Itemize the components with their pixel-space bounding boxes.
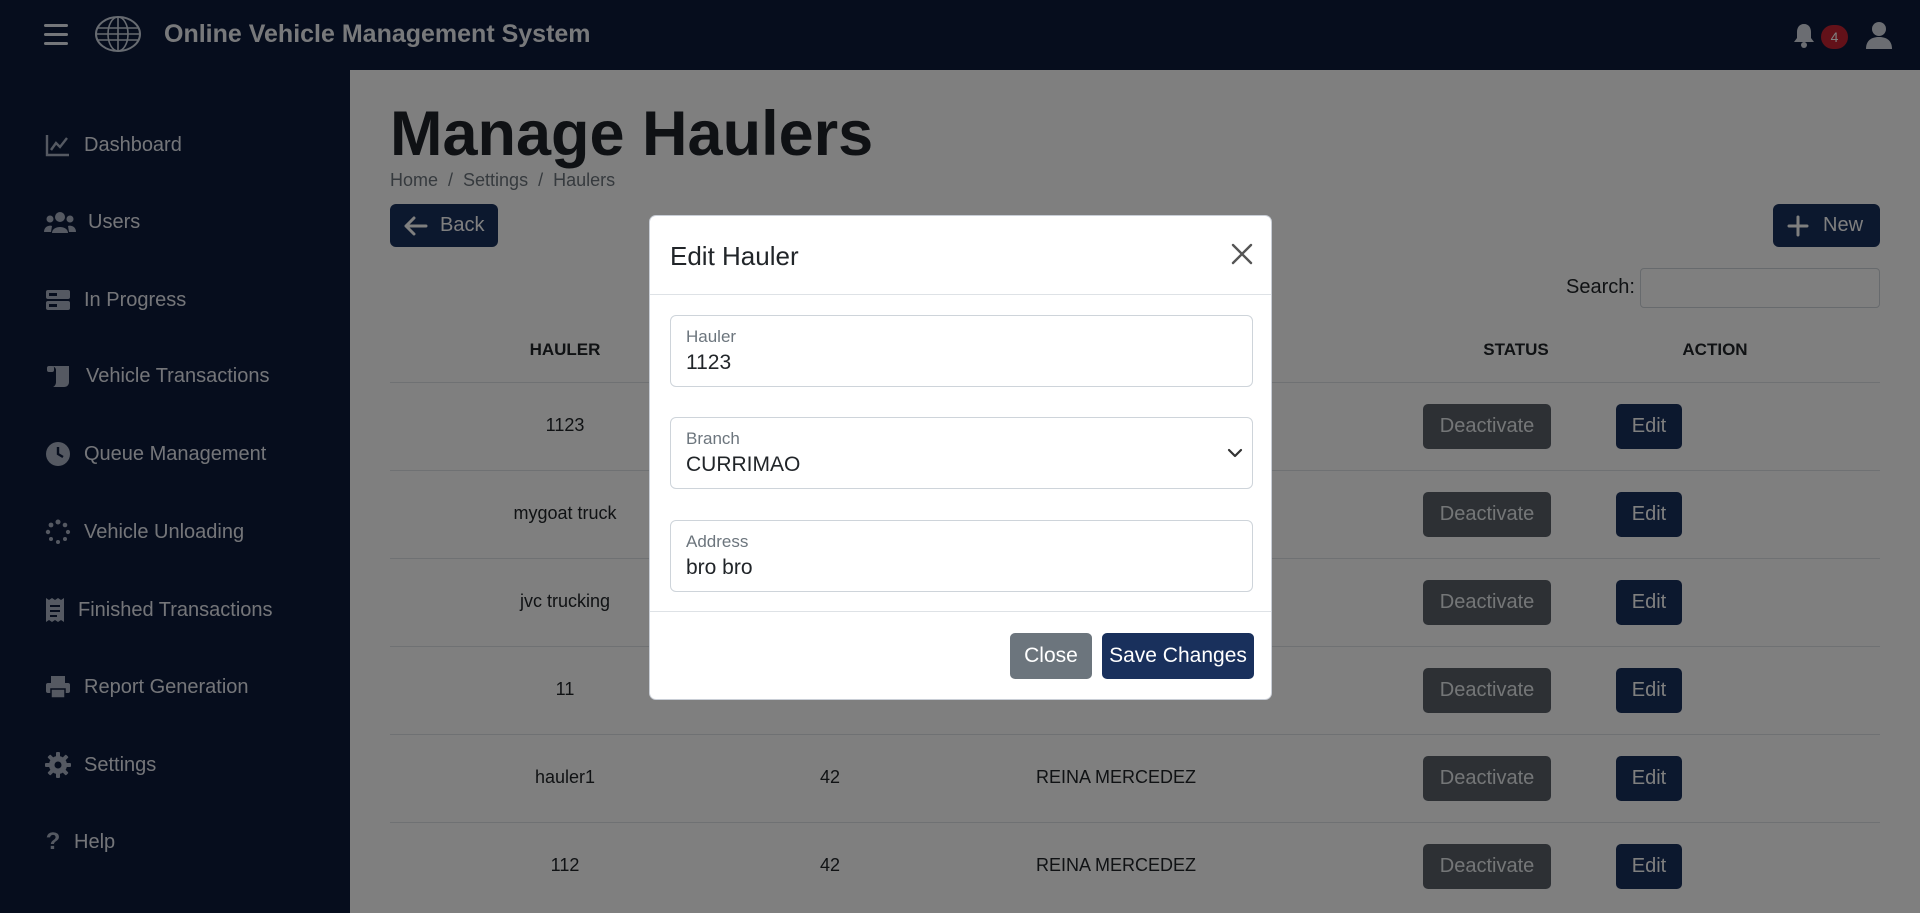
edit-hauler-modal: Edit Hauler Hauler 1123 Branch CURRIMAO …: [649, 215, 1272, 700]
chevron-down-icon: [1227, 448, 1243, 458]
hauler-field-value: 1123: [686, 351, 732, 374]
address-field-value: bro bro: [686, 556, 753, 579]
modal-header-divider: [650, 294, 1271, 295]
branch-select[interactable]: Branch CURRIMAO: [670, 417, 1253, 489]
hauler-field-label: Hauler: [686, 327, 737, 346]
close-icon[interactable]: [1230, 242, 1254, 266]
address-field-label: Address: [686, 532, 749, 551]
close-button[interactable]: Close: [1010, 633, 1092, 679]
modal-title: Edit Hauler: [670, 241, 799, 271]
modal-footer-divider: [650, 611, 1271, 612]
save-changes-button[interactable]: Save Changes: [1102, 633, 1254, 679]
branch-select-value: CURRIMAO: [686, 453, 801, 476]
branch-select-label: Branch: [686, 429, 740, 448]
hauler-field[interactable]: Hauler 1123: [670, 315, 1253, 387]
address-field[interactable]: Address bro bro: [670, 520, 1253, 592]
